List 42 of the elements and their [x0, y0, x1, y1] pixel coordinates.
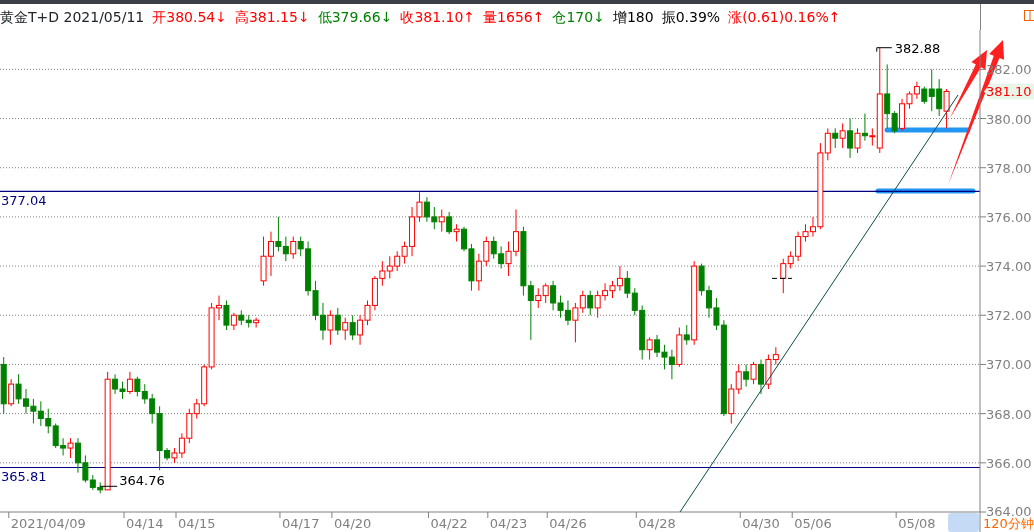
period-label[interactable]: 120分钟 [983, 516, 1034, 531]
current-price-tag: 381.10 [984, 83, 1034, 100]
axis-label: 366.00 [986, 455, 1032, 471]
price-annotation: 364.76 [119, 473, 165, 489]
date-label: 05/06 [794, 516, 832, 531]
scroll-handle[interactable] [948, 513, 979, 532]
window-icon[interactable] [1024, 10, 1034, 22]
price-annotation: 382.88 [894, 40, 941, 56]
axis-label: 370.00 [986, 357, 1032, 373]
date-label: 04/20 [333, 516, 372, 531]
quote-field: 增180 [612, 6, 654, 28]
date-label: 04/17 [281, 516, 320, 531]
price-level-label: 365.81 [1, 469, 47, 485]
axis-label: 376.00 [986, 209, 1032, 225]
price-level-label: 377.04 [1, 193, 47, 209]
quote-field: 涨(0.61)0.16%↑ [728, 6, 841, 28]
date-label: 2021/04/09 [10, 516, 86, 531]
date-label: 04/22 [430, 516, 468, 531]
axis-label: 380.00 [986, 111, 1032, 127]
quote-field: 低379.66↓ [317, 6, 393, 28]
date-label: 04/26 [549, 516, 587, 531]
dashed-marker [771, 277, 793, 279]
date-label: 05/08 [898, 516, 936, 531]
axis-label: 364.00 [986, 504, 1032, 519]
date-label: 04/28 [638, 516, 676, 531]
axis-label: 378.00 [986, 160, 1032, 176]
quote-field: 收381.10↑ [400, 6, 476, 28]
date-label: 04/15 [178, 516, 216, 531]
axis-label: 368.00 [986, 406, 1032, 422]
date-label: 04/30 [742, 516, 780, 531]
quote-field: 高381.15↓ [234, 6, 310, 28]
date-label: 04/23 [489, 516, 528, 531]
leader-line [99, 485, 118, 487]
instrument-title: 黄金T+D 2021/05/11 [0, 8, 145, 27]
quote-field: 开380.54↓ [152, 6, 227, 28]
quote-field: 振0.39% [661, 6, 721, 28]
quote-field: 仓170↓ [552, 6, 605, 28]
quote-field: 量1656↑ [483, 6, 545, 28]
axis-label: 374.00 [986, 259, 1032, 275]
leader-line [876, 47, 893, 53]
axis-label: 372.00 [986, 308, 1032, 324]
date-label: 04/14 [126, 516, 164, 531]
